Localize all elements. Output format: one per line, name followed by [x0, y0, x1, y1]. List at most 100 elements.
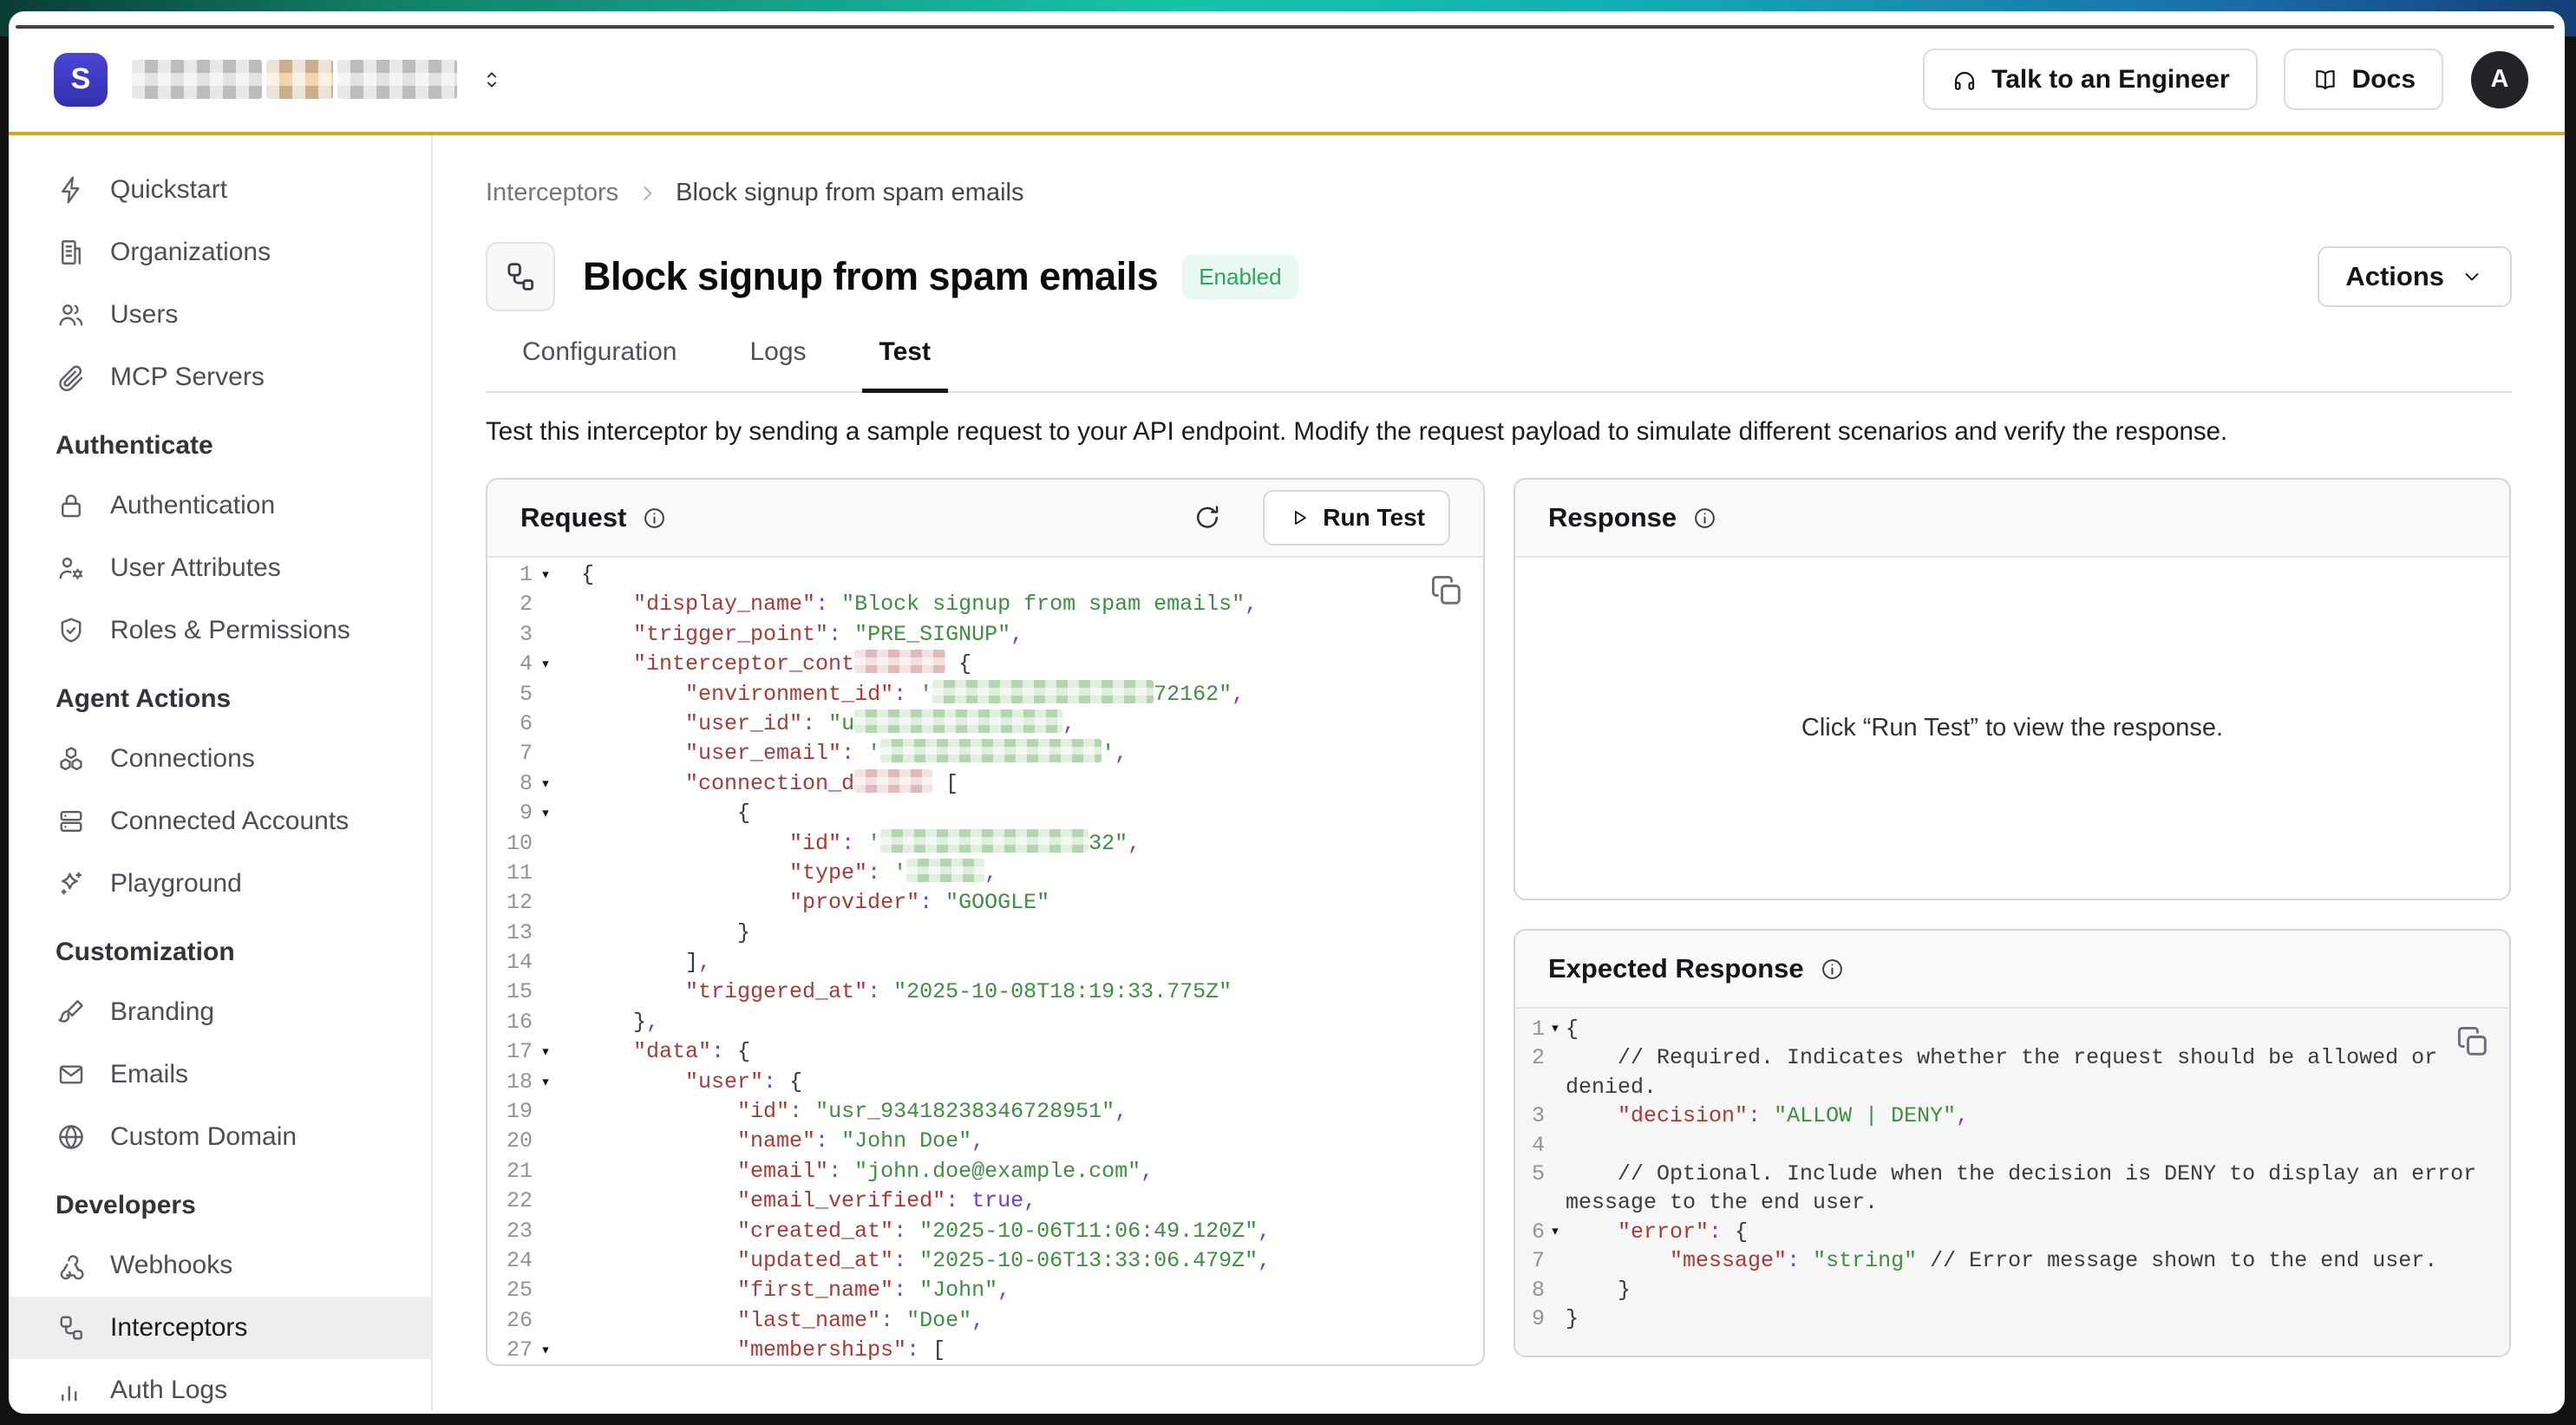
fold-arrow-icon[interactable]: ▾ — [1545, 1218, 1566, 1246]
shield-check-icon — [56, 615, 87, 646]
cubes-icon — [56, 743, 87, 775]
paperclip-icon — [56, 362, 87, 393]
sidebar-item-label: Roles & Permissions — [110, 616, 350, 645]
actions-button[interactable]: Actions — [2318, 246, 2512, 307]
sidebar-item-authentication[interactable]: Authentication — [9, 474, 431, 537]
line-number: 25 — [487, 1276, 533, 1305]
tab-logs[interactable]: Logs — [713, 330, 842, 391]
info-icon[interactable] — [1692, 506, 1717, 531]
reset-request-icon[interactable] — [1192, 502, 1223, 533]
line-number: 10 — [487, 829, 533, 859]
fold-gutter — [533, 1306, 559, 1336]
sidebar-item-webhooks[interactable]: Webhooks — [9, 1234, 431, 1297]
fold-gutter — [533, 1217, 559, 1246]
line-number: 5 — [1515, 1160, 1545, 1188]
fold-arrow-icon[interactable]: ▾ — [533, 769, 559, 799]
line-number: 8 — [1515, 1276, 1545, 1304]
code-line: 24 "updated_at": "2025-10-06T13:33:06.47… — [487, 1246, 1483, 1276]
request-editor[interactable]: 1▾{2 "display_name": "Block signup from … — [487, 558, 1483, 1364]
talk-to-engineer-button[interactable]: Talk to an Engineer — [1923, 49, 2258, 110]
code-line: 19 "id": "usr_93418238346728951", — [487, 1097, 1483, 1127]
sidebar-item-label: Branding — [110, 997, 214, 1027]
webhook-icon — [56, 1250, 87, 1281]
sidebar-item-user-attributes[interactable]: User Attributes — [9, 537, 431, 599]
sidebar-item-emails[interactable]: Emails — [9, 1043, 431, 1106]
panels-row: Request Run Test 1▾{2 "display_name": "B… — [486, 478, 2512, 1366]
user-avatar[interactable]: A — [2471, 51, 2528, 108]
line-number: 9 — [1515, 1304, 1545, 1333]
sidebar-item-roles-permissions[interactable]: Roles & Permissions — [9, 599, 431, 662]
sidebar-item-users[interactable]: Users — [9, 284, 431, 346]
response-title: Response — [1548, 502, 1677, 533]
fold-gutter — [533, 859, 559, 888]
headphones-icon — [1951, 66, 1978, 94]
fold-arrow-icon[interactable]: ▾ — [533, 560, 559, 590]
breadcrumb: Interceptors Block signup from spam emai… — [486, 179, 2512, 207]
run-test-button[interactable]: Run Test — [1263, 490, 1450, 546]
copy-icon[interactable] — [1428, 572, 1466, 610]
sidebar-item-label: Users — [110, 300, 178, 330]
fold-arrow-icon[interactable]: ▾ — [1545, 1015, 1566, 1043]
test-description: Test this interceptor by sending a sampl… — [486, 417, 2512, 447]
line-number: 7 — [487, 739, 533, 768]
line-number: 27 — [487, 1336, 533, 1364]
sidebar-item-label: Connections — [110, 744, 255, 774]
sidebar-item-auth-logs[interactable]: Auth Logs — [9, 1359, 431, 1410]
workspace-name-redacted[interactable] — [132, 60, 457, 99]
line-number: 9 — [487, 799, 533, 828]
sidebar-item-playground[interactable]: Playground — [9, 853, 431, 915]
line-number: 6 — [487, 709, 533, 739]
copy-icon[interactable] — [2454, 1023, 2492, 1061]
line-number: 4 — [1515, 1131, 1545, 1160]
sidebar-section-developers: Developers — [9, 1177, 431, 1234]
fold-gutter — [533, 888, 559, 918]
fold-gutter — [1545, 1043, 1566, 1072]
fold-gutter — [1545, 1246, 1566, 1275]
info-icon[interactable] — [642, 506, 667, 531]
sidebar-item-quickstart[interactable]: Quickstart — [9, 159, 431, 221]
line-number: 2 — [1515, 1043, 1545, 1072]
code-line: 10 "id": '32", — [487, 829, 1483, 859]
chevrons-up-down-icon[interactable] — [480, 61, 504, 99]
sidebar-item-organizations[interactable]: Organizations — [9, 221, 431, 284]
code-line: message to the end user. — [1515, 1188, 2509, 1217]
line-number: 24 — [487, 1246, 533, 1276]
workspace-logo[interactable]: S — [54, 53, 108, 107]
sidebar-item-connected-accounts[interactable]: Connected Accounts — [9, 790, 431, 853]
sidebar-item-connections[interactable]: Connections — [9, 728, 431, 790]
interceptor-icon — [56, 1312, 87, 1343]
docs-button[interactable]: Docs — [2284, 49, 2443, 110]
line-number: 4 — [487, 650, 533, 679]
code-line: denied. — [1515, 1073, 2509, 1101]
line-number: 17 — [487, 1037, 533, 1067]
fold-gutter — [533, 590, 559, 619]
info-icon[interactable] — [1820, 957, 1845, 982]
code-line: 23 "created_at": "2025-10-06T11:06:49.12… — [487, 1217, 1483, 1246]
request-panel: Request Run Test 1▾{2 "display_name": "B… — [486, 478, 1485, 1366]
fold-gutter — [533, 1097, 559, 1127]
fold-gutter — [533, 739, 559, 768]
fold-arrow-icon[interactable]: ▾ — [533, 1068, 559, 1097]
response-empty-message: Click “Run Test” to view the response. — [1515, 558, 2509, 899]
sidebar-item-interceptors[interactable]: Interceptors — [9, 1297, 431, 1359]
tab-configuration[interactable]: Configuration — [486, 330, 713, 391]
play-icon — [1288, 507, 1311, 529]
code-line: 22 "email_verified": true, — [487, 1186, 1483, 1216]
fold-arrow-icon[interactable]: ▾ — [533, 1336, 559, 1364]
fold-gutter — [533, 620, 559, 650]
breadcrumb-interceptors[interactable]: Interceptors — [486, 179, 618, 207]
fold-arrow-icon[interactable]: ▾ — [533, 1037, 559, 1067]
code-line: 2 "display_name": "Block signup from spa… — [487, 590, 1483, 619]
sidebar-item-branding[interactable]: Branding — [9, 981, 431, 1043]
run-test-label: Run Test — [1323, 504, 1425, 532]
sidebar-item-mcp-servers[interactable]: MCP Servers — [9, 346, 431, 409]
fold-arrow-icon[interactable]: ▾ — [533, 799, 559, 828]
code-line: 11 "type": ', — [487, 859, 1483, 888]
line-number — [1515, 1188, 1545, 1217]
code-line: 3 "trigger_point": "PRE_SIGNUP", — [487, 620, 1483, 650]
sidebar-section-customization: Customization — [9, 924, 431, 981]
fold-arrow-icon[interactable]: ▾ — [533, 650, 559, 679]
sidebar-item-custom-domain[interactable]: Custom Domain — [9, 1106, 431, 1168]
line-number: 5 — [487, 680, 533, 709]
tab-test[interactable]: Test — [843, 330, 967, 391]
